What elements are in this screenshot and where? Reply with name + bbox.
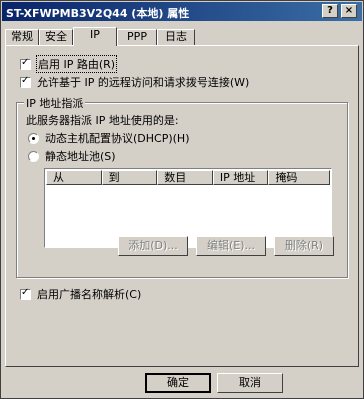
tab-panel-ip: 启用 IP 路由(R) 允许基于 IP 的远程访问和请求拨号连接(W) IP 地… [5, 45, 359, 367]
tab-ip[interactable]: IP [73, 27, 117, 46]
column-header-to[interactable]: 到 [101, 170, 158, 185]
static-pool-radio[interactable] [28, 150, 39, 162]
help-button[interactable]: ? [322, 4, 338, 18]
broadcast-name-resolution-option[interactable]: 启用广播名称解析(C) [20, 286, 141, 302]
tab-ppp[interactable]: PPP [117, 29, 157, 45]
remove-button[interactable]: 删除(R) [274, 236, 334, 256]
column-header-count[interactable]: 数目 [157, 170, 213, 185]
allow-ip-remote-checkbox[interactable] [20, 75, 31, 88]
address-pool-list-header: 从 到 数目 IP 地址 掩码 [46, 170, 330, 185]
dhcp-option[interactable]: 动态主机配置协议(DHCP)(H) [28, 130, 190, 146]
enable-ip-routing-option[interactable]: 启用 IP 路由(R) [20, 55, 118, 73]
ok-button[interactable]: 确定 [145, 373, 211, 393]
static-pool-option[interactable]: 静态地址池(S) [28, 148, 116, 164]
properties-dialog: ST-XFWPMB3V2Q44 (本地) 属性 ? × 常规 安全 IP PPP… [0, 0, 364, 399]
broadcast-name-resolution-checkbox[interactable] [20, 287, 31, 300]
enable-ip-routing-label: 启用 IP 路由(R) [35, 55, 118, 73]
dhcp-radio[interactable] [28, 132, 39, 144]
tab-security[interactable]: 安全 [39, 29, 73, 45]
cancel-button[interactable]: 取消 [217, 373, 283, 393]
column-header-from[interactable]: 从 [46, 170, 102, 185]
ip-assignment-description: 此服务器指派 IP 地址使用的是: [26, 114, 179, 127]
broadcast-name-resolution-label: 启用广播名称解析(C) [37, 288, 142, 301]
tab-general[interactable]: 常规 [5, 29, 39, 45]
column-header-ip-address[interactable]: IP 地址 [212, 170, 269, 185]
add-button[interactable]: 添加(D)... [118, 236, 188, 256]
static-pool-label: 静态地址池(S) [45, 150, 116, 163]
title-bar: ST-XFWPMB3V2Q44 (本地) 属性 ? × [2, 2, 362, 21]
dhcp-label: 动态主机配置协议(DHCP)(H) [45, 132, 190, 145]
edit-button[interactable]: 编辑(E)... [196, 236, 266, 256]
allow-ip-remote-option[interactable]: 允许基于 IP 的远程访问和请求拨号连接(W) [20, 74, 249, 90]
column-header-mask[interactable]: 掩码 [268, 170, 330, 185]
tab-logging[interactable]: 日志 [157, 29, 195, 45]
close-button[interactable]: × [341, 4, 357, 18]
ip-assignment-group-label: IP 地址指派 [24, 95, 86, 111]
window-title: ST-XFWPMB3V2Q44 (本地) 属性 [6, 7, 190, 20]
allow-ip-remote-label: 允许基于 IP 的远程访问和请求拨号连接(W) [37, 76, 250, 89]
enable-ip-routing-checkbox[interactable] [20, 57, 31, 70]
